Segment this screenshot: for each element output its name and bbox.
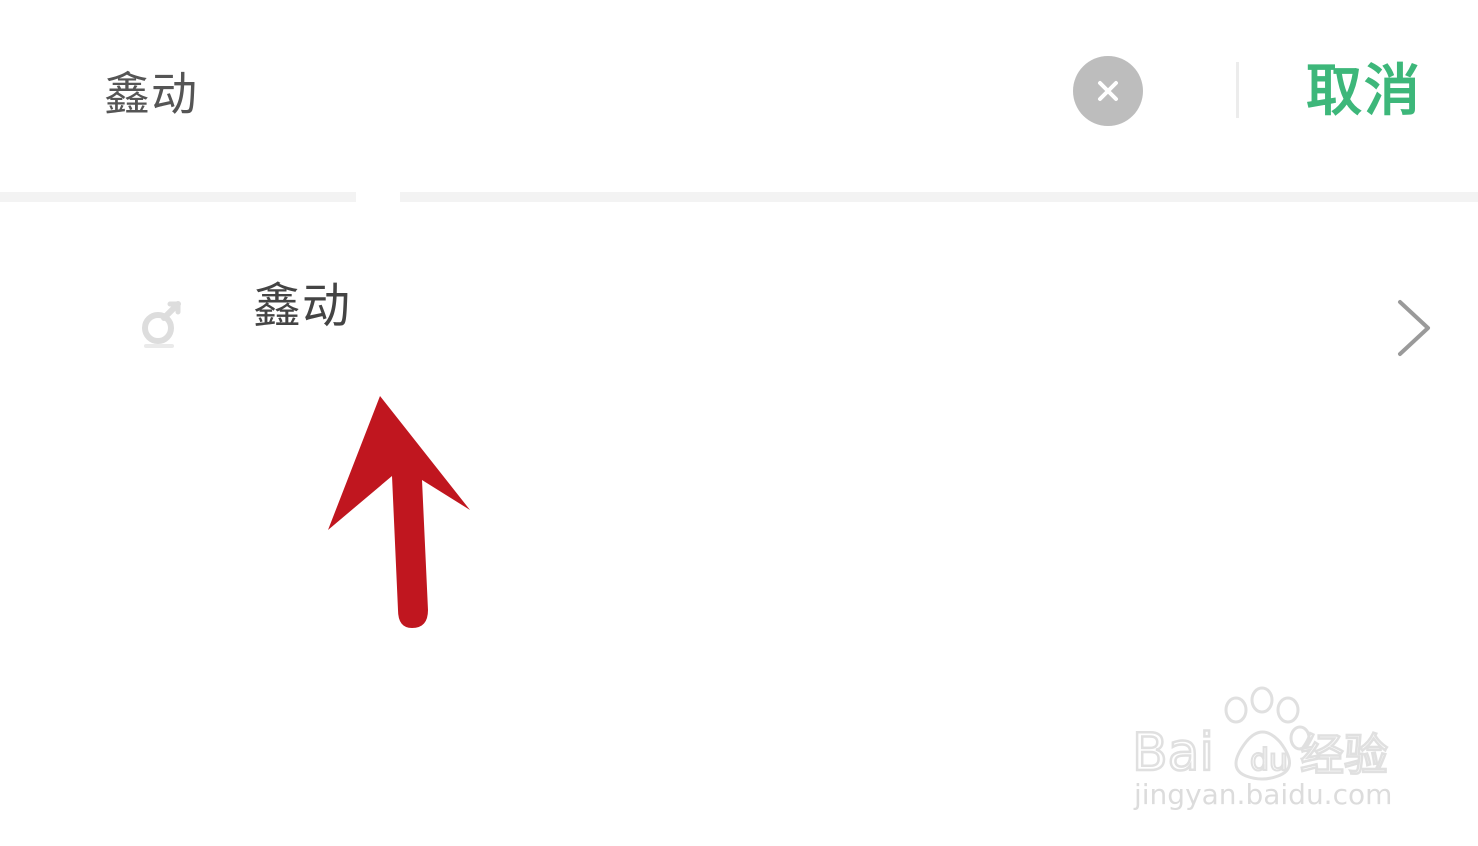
search-bar: 鑫动 取消 (0, 0, 1478, 190)
contact-icon (142, 301, 181, 348)
close-icon (1098, 81, 1118, 101)
red-arrow-icon (328, 396, 470, 628)
svg-text:du: du (1250, 743, 1288, 778)
search-result-item[interactable]: 鑫动 (0, 240, 1478, 380)
svg-text:Bai: Bai (1132, 723, 1214, 783)
header-divider (1236, 62, 1239, 118)
result-label: 鑫动 (253, 278, 352, 334)
chevron-right-icon (1398, 300, 1430, 356)
svg-text:经验: 经验 (1300, 730, 1388, 781)
clear-search-button[interactable] (1073, 56, 1143, 126)
cancel-button[interactable]: 取消 (1306, 56, 1436, 128)
search-page: 鑫动 取消 鑫动 Bai 经验 du jingyan.baidu.com (0, 0, 1478, 846)
header-separator (0, 192, 356, 202)
watermark-domain: jingyan.baidu.com (1134, 778, 1393, 811)
header-separator (400, 192, 1478, 202)
search-input[interactable]: 鑫动 (104, 62, 1004, 126)
